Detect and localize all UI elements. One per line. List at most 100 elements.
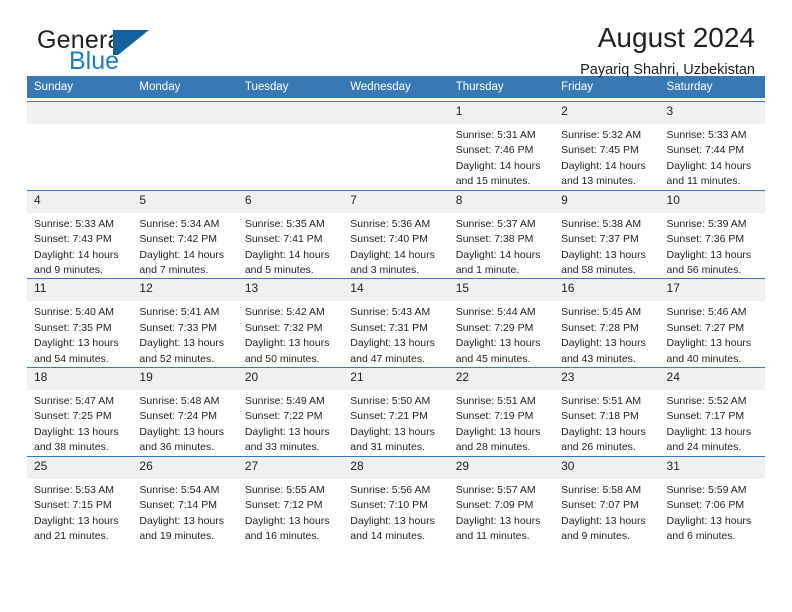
day-number: 22 [448, 368, 555, 391]
calendar-day-cell[interactable]: 16 Sunrise: 5:45 AM Sunset: 7:28 PM Dayligh… [554, 278, 660, 368]
day-number: 31 [659, 456, 765, 479]
day-details: Sunrise: 5:54 AM Sunset: 7:14 PM Daylight:… [132, 479, 237, 545]
daylight-text: and 31 minutes. [350, 441, 425, 454]
calendar-day-cell[interactable]: 29 Sunrise: 5:57 AM Sunset: 7:09 PM Dayligh… [448, 455, 555, 545]
daylight-text: and 47 minutes. [350, 352, 425, 365]
calendar-day-cell[interactable]: 20 Sunrise: 5:49 AM Sunset: 7:22 PM Dayligh… [237, 367, 344, 457]
sunrise-text: Sunrise: 5:47 AM [34, 395, 114, 408]
calendar-week-row: 18 Sunrise: 5:47 AM Sunset: 7:25 PM Dayligh… [27, 367, 765, 457]
calendar-day-cell[interactable]: 17 Sunrise: 5:46 AM Sunset: 7:27 PM Dayligh… [659, 278, 765, 368]
calendar-day-cell[interactable]: 27 Sunrise: 5:55 AM Sunset: 7:12 PM Dayligh… [237, 455, 344, 545]
calendar-day-cell[interactable]: 6 Sunrise: 5:35 AM Sunset: 7:41 PM Daylight… [237, 189, 344, 279]
calendar-day-cell[interactable]: 8 Sunrise: 5:37 AM Sunset: 7:38 PM Daylight… [448, 189, 555, 279]
day-number: 7 [343, 190, 449, 213]
daylight-text: and 58 minutes. [561, 263, 636, 276]
calendar-day-cell[interactable]: 19 Sunrise: 5:48 AM Sunset: 7:24 PM Dayligh… [132, 367, 238, 457]
daylight-text: Daylight: 13 hours [666, 425, 752, 438]
daylight-text: and 1 minute. [455, 263, 520, 276]
calendar-day-cell[interactable]: 13 Sunrise: 5:42 AM Sunset: 7:32 PM Dayligh… [237, 278, 344, 368]
calendar-week-row: 25 Sunrise: 5:53 AM Sunset: 7:15 PM Dayligh… [27, 455, 765, 545]
daylight-text: and 56 minutes. [666, 263, 742, 276]
calendar-day-cell[interactable]: 15 Sunrise: 5:44 AM Sunset: 7:29 PM Dayligh… [448, 278, 555, 368]
brand-logo[interactable]: General Blue [37, 28, 217, 76]
day-number: 24 [659, 368, 765, 391]
sunrise-text: Sunrise: 5:32 AM [561, 129, 642, 141]
day-details: Sunrise: 5:53 AM Sunset: 7:15 PM Daylight:… [27, 479, 132, 545]
daylight-text: Daylight: 14 hours [350, 248, 435, 261]
daylight-text: Daylight: 13 hours [561, 514, 646, 527]
sunset-text: Sunset: 7:10 PM [350, 499, 428, 512]
day-number: 9 [554, 190, 660, 213]
sunrise-text: Sunrise: 5:42 AM [244, 306, 325, 319]
daylight-text: Daylight: 13 hours [561, 248, 646, 261]
daylight-text: and 43 minutes. [561, 352, 636, 365]
sunset-text: Sunset: 7:31 PM [350, 321, 428, 334]
calendar-day-cell[interactable]: 2 Sunrise: 5:32 AM Sunset: 7:45 PM Daylight… [554, 101, 660, 191]
sunrise-text: Sunrise: 5:57 AM [455, 483, 536, 496]
day-details: Sunrise: 5:42 AM Sunset: 7:32 PM Daylight:… [238, 301, 343, 367]
sunrise-text: Sunrise: 5:43 AM [350, 306, 431, 319]
daylight-text: Daylight: 13 hours [34, 337, 119, 350]
sunset-text: Sunset: 7:06 PM [666, 499, 745, 512]
calendar-day-cell[interactable]: 1 Sunrise: 5:31 AM Sunset: 7:46 PM Daylight… [448, 101, 555, 191]
sunset-text: Sunset: 7:28 PM [561, 321, 639, 334]
page-header: General Blue August 2024 Payariq Shahri,… [27, 0, 765, 78]
sunrise-text: Sunrise: 5:44 AM [455, 306, 536, 319]
daylight-text: Daylight: 13 hours [244, 337, 330, 350]
day-number: 27 [237, 456, 344, 479]
calendar-day-cell[interactable]: 21 Sunrise: 5:50 AM Sunset: 7:21 PM Dayligh… [343, 367, 449, 457]
daylight-text: Daylight: 13 hours [350, 337, 435, 350]
calendar-day-cell[interactable]: 24 Sunrise: 5:52 AM Sunset: 7:17 PM Dayligh… [659, 367, 765, 457]
calendar-day-cell[interactable]: 30 Sunrise: 5:58 AM Sunset: 7:07 PM Dayligh… [554, 455, 660, 545]
calendar-day-cell[interactable]: 22 Sunrise: 5:51 AM Sunset: 7:19 PM Dayligh… [448, 367, 555, 457]
daylight-text: and 33 minutes. [244, 441, 320, 454]
calendar-day-cell[interactable]: 28 Sunrise: 5:56 AM Sunset: 7:10 PM Dayligh… [343, 455, 449, 545]
calendar-day-cell[interactable]: 12 Sunrise: 5:41 AM Sunset: 7:33 PM Dayligh… [132, 278, 238, 368]
calendar-day-cell[interactable]: 4 Sunrise: 5:33 AM Sunset: 7:43 PM Daylight… [27, 189, 133, 279]
sunrise-text: Sunrise: 5:58 AM [561, 483, 642, 496]
day-number: 18 [27, 368, 133, 391]
day-details: Sunrise: 5:41 AM Sunset: 7:33 PM Daylight:… [132, 301, 237, 367]
day-details: Sunrise: 5:51 AM Sunset: 7:18 PM Daylight:… [554, 390, 659, 456]
calendar-day-cell[interactable]: 26 Sunrise: 5:54 AM Sunset: 7:14 PM Dayligh… [132, 455, 238, 545]
daylight-text: and 38 minutes. [34, 441, 109, 454]
day-details: Sunrise: 5:43 AM Sunset: 7:31 PM Daylight:… [343, 301, 448, 367]
calendar-day-cell[interactable]: 25 Sunrise: 5:53 AM Sunset: 7:15 PM Dayligh… [27, 455, 133, 545]
calendar-day-cell[interactable]: 5 Sunrise: 5:34 AM Sunset: 7:42 PM Daylight… [132, 189, 238, 279]
day-number: 12 [132, 279, 238, 302]
calendar-day-cell[interactable]: 9 Sunrise: 5:38 AM Sunset: 7:37 PM Daylight… [554, 189, 660, 279]
day-details: Sunrise: 5:48 AM Sunset: 7:24 PM Daylight:… [132, 390, 237, 456]
sunset-text: Sunset: 7:27 PM [666, 321, 745, 334]
calendar-day-cell[interactable]: 11 Sunrise: 5:40 AM Sunset: 7:35 PM Dayligh… [27, 278, 133, 368]
daylight-text: Daylight: 14 hours [561, 159, 646, 172]
calendar-week-row: 4 Sunrise: 5:33 AM Sunset: 7:43 PM Daylight… [27, 189, 765, 279]
sunset-text: Sunset: 7:18 PM [561, 410, 639, 423]
sunrise-text: Sunrise: 5:41 AM [139, 306, 220, 319]
sunrise-text: Sunrise: 5:46 AM [666, 306, 747, 319]
daylight-text: Daylight: 13 hours [561, 425, 646, 438]
daylight-text: Daylight: 14 hours [139, 248, 225, 261]
sunrise-text: Sunrise: 5:55 AM [244, 483, 325, 496]
calendar-day-cell[interactable]: 10 Sunrise: 5:39 AM Sunset: 7:36 PM Dayligh… [659, 189, 765, 279]
day-details: Sunrise: 5:45 AM Sunset: 7:28 PM Daylight:… [554, 301, 659, 367]
sunset-text: Sunset: 7:44 PM [666, 144, 745, 157]
day-number: 26 [132, 456, 238, 479]
calendar-day-cell[interactable]: 3 Sunrise: 5:33 AM Sunset: 7:44 PM Daylight… [659, 101, 765, 191]
calendar-day-cell[interactable]: 7 Sunrise: 5:36 AM Sunset: 7:40 PM Daylight… [343, 189, 449, 279]
daylight-text: and 40 minutes. [666, 352, 742, 365]
day-details: Sunrise: 5:33 AM Sunset: 7:43 PM Daylight:… [27, 213, 132, 279]
sunrise-text: Sunrise: 5:50 AM [350, 395, 431, 408]
calendar-day-cell[interactable]: 31 Sunrise: 5:59 AM Sunset: 7:06 PM Dayligh… [659, 455, 765, 545]
day-number: 23 [554, 368, 660, 391]
day-number: 6 [237, 190, 344, 213]
calendar-day-cell[interactable]: 18 Sunrise: 5:47 AM Sunset: 7:25 PM Dayligh… [27, 367, 133, 457]
daylight-text: and 7 minutes. [139, 263, 209, 276]
day-number: 14 [343, 279, 449, 302]
day-details: Sunrise: 5:49 AM Sunset: 7:22 PM Daylight:… [238, 390, 343, 456]
calendar-day-cell[interactable]: 23 Sunrise: 5:51 AM Sunset: 7:18 PM Dayligh… [554, 367, 660, 457]
calendar-day-cell[interactable]: 14 Sunrise: 5:43 AM Sunset: 7:31 PM Dayligh… [343, 278, 449, 368]
sunset-text: Sunset: 7:37 PM [561, 233, 639, 246]
sunset-text: Sunset: 7:25 PM [34, 410, 112, 423]
day-details: Sunrise: 5:33 AM Sunset: 7:44 PM Daylight:… [660, 124, 765, 190]
calendar-empty-cell [237, 101, 344, 191]
